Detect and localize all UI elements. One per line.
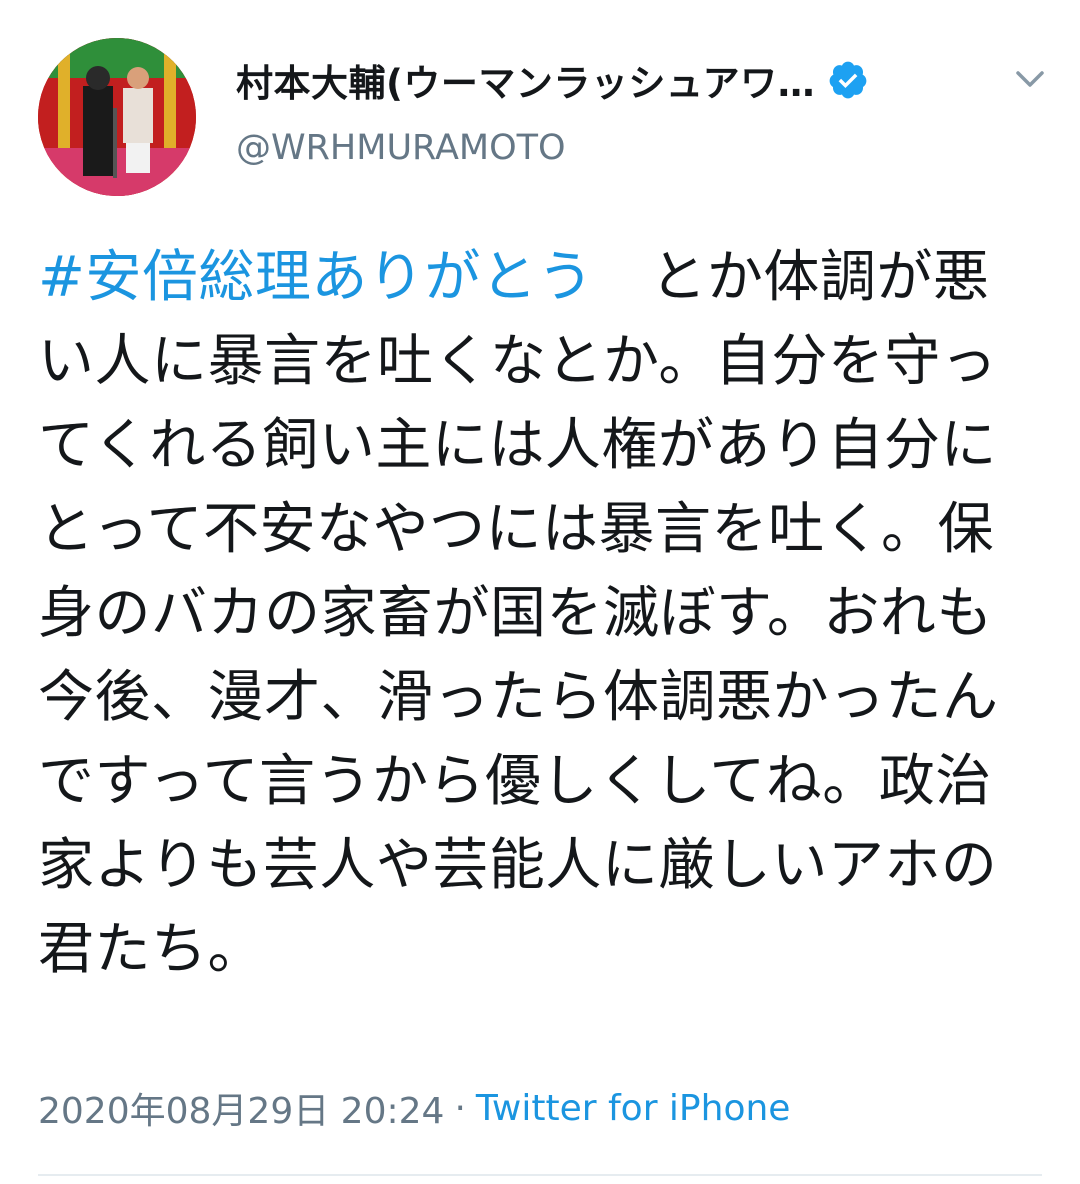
tweet-text-content: とか体調が悪い人に暴言を吐くなとか。自分を守ってくれる飼い主には人権があり自分に… bbox=[38, 245, 999, 982]
chevron-down-icon[interactable] bbox=[1010, 62, 1050, 96]
author-handle[interactable]: @WRHMURAMOTO bbox=[236, 128, 566, 168]
tweet-header: 村本大輔(ウーマンラッシュアワ… @WRHMURAMOTO bbox=[0, 0, 1080, 210]
meta-separator: · bbox=[454, 1087, 466, 1129]
author-display-name[interactable]: 村本大輔(ウーマンラッシュアワ… bbox=[236, 53, 815, 107]
verified-badge-icon bbox=[827, 59, 869, 101]
tweet-timestamp[interactable]: 2020年08月29日 20:24 bbox=[38, 1082, 444, 1134]
author-name-row[interactable]: 村本大輔(ウーマンラッシュアワ… bbox=[236, 52, 869, 108]
avatar-image bbox=[38, 38, 196, 196]
tweet-meta: 2020年08月29日 20:24 · Twitter for iPhone bbox=[38, 1082, 790, 1134]
avatar[interactable] bbox=[38, 38, 196, 196]
tweet-text: #安倍総理ありがとう とか体調が悪い人に暴言を吐くなとか。自分を守ってくれる飼い… bbox=[38, 236, 1042, 992]
hashtag-link[interactable]: #安倍総理ありがとう bbox=[38, 245, 594, 310]
divider bbox=[38, 1174, 1042, 1176]
tweet-source-link[interactable]: Twitter for iPhone bbox=[476, 1088, 791, 1129]
